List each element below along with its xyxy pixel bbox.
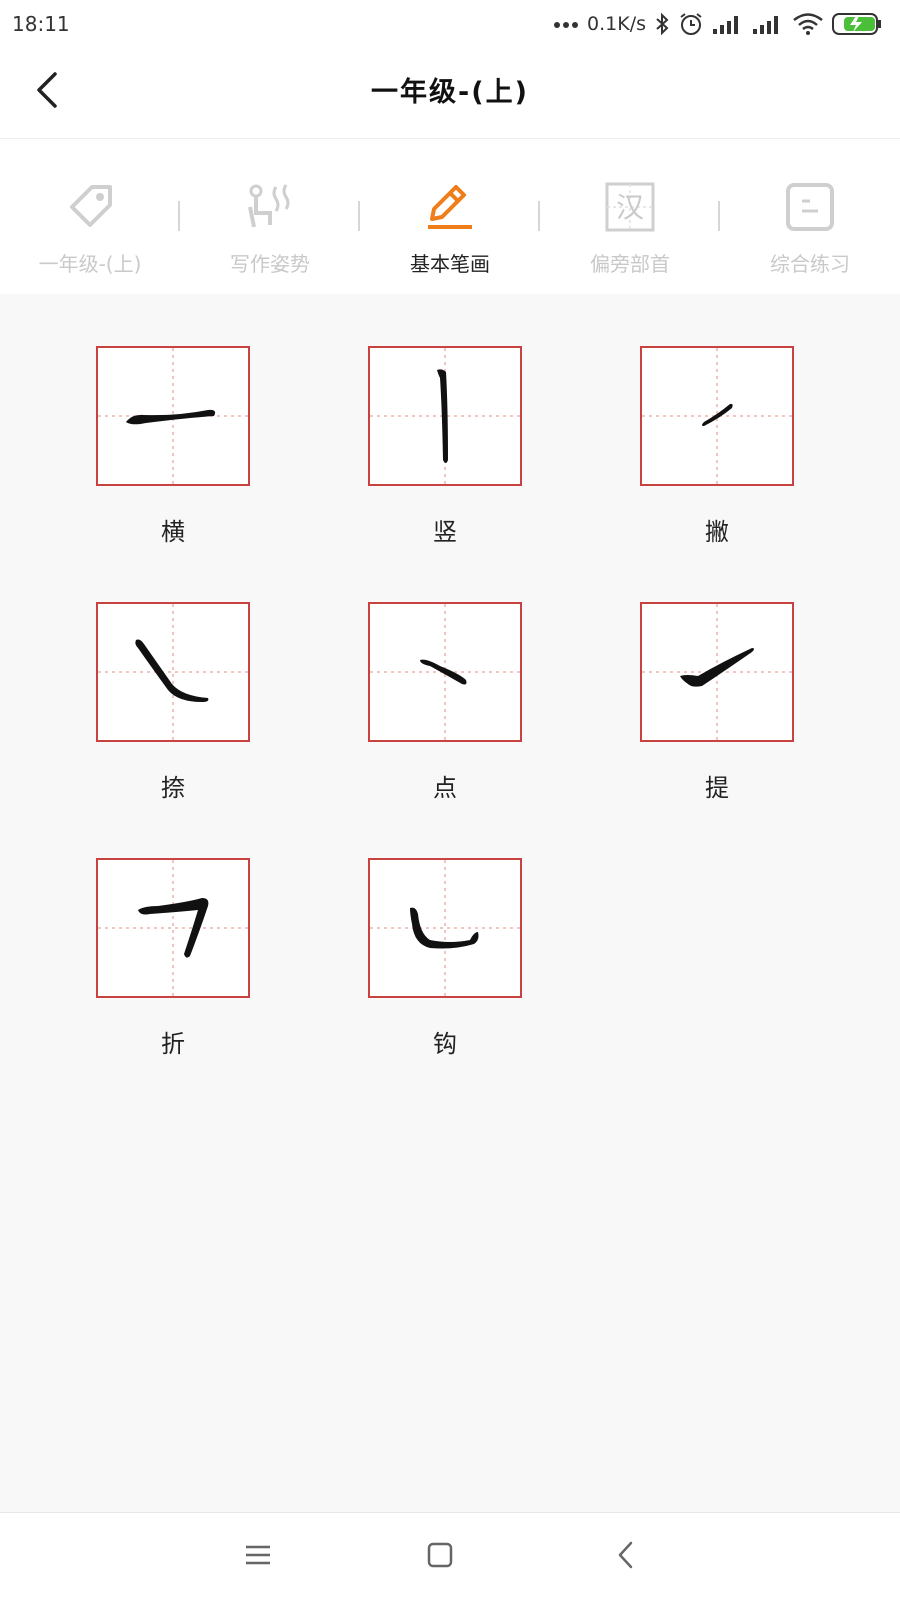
menu-icon: [244, 1543, 272, 1571]
battery-charging-icon: [832, 12, 882, 36]
wifi-icon: [792, 12, 824, 36]
back-chevron-icon: [616, 1540, 636, 1574]
tab-radicals[interactable]: 汉 偏旁部首: [540, 139, 720, 294]
tab-writing-posture[interactable]: 写作姿势: [180, 139, 360, 294]
status-icons: 0.1K/s: [553, 11, 882, 37]
tab-basic-strokes[interactable]: 基本笔画: [360, 139, 540, 294]
stroke-grid-box: [368, 858, 522, 998]
stroke-item-dian[interactable]: 点: [368, 602, 522, 803]
stroke-item-gou[interactable]: 钩: [368, 858, 522, 1059]
stroke-item-shu[interactable]: 竖: [368, 346, 522, 547]
alarm-icon: [678, 11, 704, 37]
stroke-zhe-icon: [98, 860, 248, 996]
tag-icon: [62, 179, 118, 235]
radical-han-icon: 汉: [602, 179, 658, 235]
status-bar: 18:11 0.1K/s: [0, 0, 900, 48]
status-time: 18:11: [12, 12, 70, 36]
tab-label: 综合练习: [770, 252, 850, 276]
stroke-grid-box: [368, 602, 522, 742]
stroke-na-icon: [98, 604, 248, 740]
system-back-button[interactable]: [604, 1535, 648, 1579]
signal-icon: [712, 13, 744, 35]
more-dots-icon: [553, 19, 579, 29]
category-tabs: 一年级-(上) 写作姿势 基本笔画 汉 偏旁部首 综合练习: [0, 139, 900, 294]
stroke-label: 横: [161, 518, 185, 546]
signal-icon: [752, 13, 784, 35]
home-square-icon: [426, 1541, 454, 1573]
screen: 18:11 0.1K/s 一年级-(上) 一年级-(上) 写作姿势 基本笔画 汉…: [0, 0, 900, 1600]
header: 一年级-(上): [0, 48, 900, 139]
page-title: 一年级-(上): [371, 77, 529, 108]
stroke-label: 撇: [705, 518, 729, 546]
tab-label: 一年级-(上): [38, 252, 142, 276]
stroke-label: 钩: [433, 1030, 457, 1058]
stroke-item-pie[interactable]: 撇: [640, 346, 794, 547]
stroke-label: 竖: [433, 518, 457, 546]
system-nav-bar: [0, 1512, 900, 1600]
stroke-item-na[interactable]: 捺: [96, 602, 250, 803]
stroke-ti-icon: [642, 604, 792, 740]
stroke-grid-box: [640, 346, 794, 486]
stroke-grid-box: [96, 346, 250, 486]
tab-practice[interactable]: 综合练习: [720, 139, 900, 294]
stroke-label: 捺: [161, 774, 185, 802]
tab-label: 基本笔画: [410, 252, 490, 276]
writing-posture-icon: [242, 179, 298, 235]
stroke-item-zhe[interactable]: 折: [96, 858, 250, 1059]
bluetooth-icon: [654, 12, 670, 36]
practice-icon: [782, 179, 838, 235]
stroke-item-ti[interactable]: 提: [640, 602, 794, 803]
stroke-label: 点: [433, 774, 457, 802]
stroke-label: 折: [161, 1030, 185, 1058]
stroke-heng-icon: [98, 348, 248, 484]
stroke-grid-box: [96, 858, 250, 998]
stroke-grid-box: [368, 346, 522, 486]
stroke-grid-box: [640, 602, 794, 742]
stroke-label: 提: [705, 774, 729, 802]
home-button[interactable]: [418, 1535, 462, 1579]
svg-text:汉: 汉: [616, 191, 644, 224]
stroke-gou-icon: [370, 860, 520, 996]
tab-label: 偏旁部首: [590, 252, 670, 276]
tab-label: 写作姿势: [230, 252, 310, 276]
stroke-grid-box: [96, 602, 250, 742]
net-speed: 0.1K/s: [587, 13, 646, 35]
stroke-pie-icon: [642, 348, 792, 484]
stroke-item-heng[interactable]: 横: [96, 346, 250, 547]
menu-button[interactable]: [236, 1535, 280, 1579]
stroke-shu-icon: [370, 348, 520, 484]
tab-grade-one-first[interactable]: 一年级-(上): [0, 139, 180, 294]
pencil-icon: [422, 179, 478, 235]
strokes-grid: 横 竖 撇 捺 点 提 折 钩: [0, 294, 900, 1512]
stroke-dian-icon: [370, 604, 520, 740]
